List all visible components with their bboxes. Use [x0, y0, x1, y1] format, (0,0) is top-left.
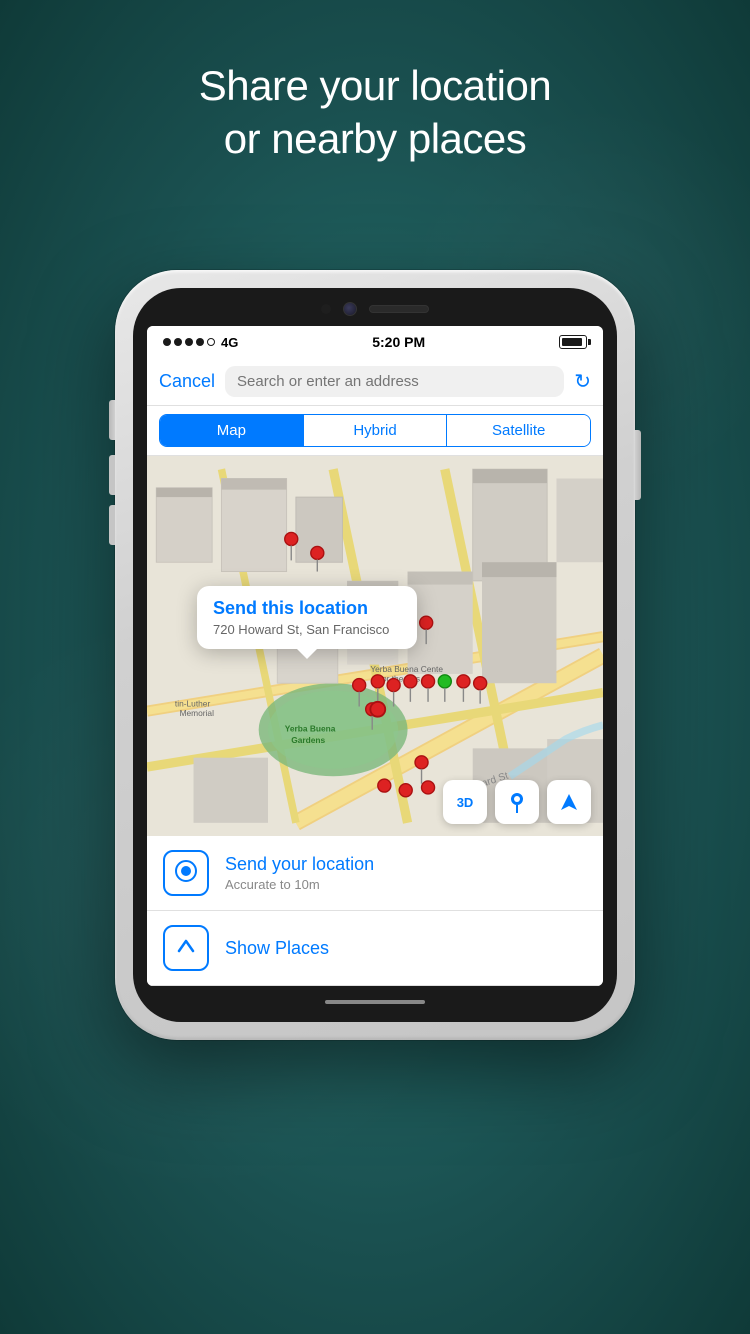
show-places-title: Show Places	[225, 938, 587, 959]
location-icon	[174, 859, 198, 888]
pin-icon	[506, 791, 528, 813]
tab-satellite[interactable]: Satellite	[447, 415, 590, 446]
places-icon	[175, 935, 197, 962]
dot4	[196, 338, 204, 346]
svg-text:Yerba Buena: Yerba Buena	[285, 724, 336, 734]
map-tabs: Map Hybrid Satellite	[147, 406, 603, 456]
places-icon-box	[163, 925, 209, 971]
btn-location[interactable]	[547, 780, 591, 824]
signal-dots	[163, 338, 215, 346]
speaker	[369, 305, 429, 313]
btn-pin[interactable]	[495, 780, 539, 824]
status-bar: 4G 5:20 PM	[147, 326, 603, 358]
dot3	[185, 338, 193, 346]
page-title: Share your location or nearby places	[0, 60, 750, 165]
show-places-text: Show Places	[225, 938, 587, 959]
search-row: Cancel ↻	[147, 358, 603, 406]
circle-dot-icon	[174, 859, 198, 883]
phone-shell: 4G 5:20 PM Cancel ↻	[115, 270, 635, 1040]
tabs-container: Map Hybrid Satellite	[159, 414, 591, 447]
sensor	[321, 304, 331, 314]
network-label: 4G	[221, 335, 238, 350]
tab-map[interactable]: Map	[160, 415, 304, 446]
battery-fill	[562, 338, 582, 346]
header-section: Share your location or nearby places	[0, 60, 750, 165]
status-time: 5:20 PM	[372, 334, 425, 350]
cancel-button[interactable]: Cancel	[159, 371, 215, 392]
location-icon-box	[163, 850, 209, 896]
svg-text:Gardens: Gardens	[291, 735, 325, 745]
location-popup[interactable]: Send this location 720 Howard St, San Fr…	[197, 586, 417, 649]
tab-hybrid[interactable]: Hybrid	[304, 415, 448, 446]
phone-top-bar	[147, 302, 603, 316]
navigation-icon	[559, 792, 579, 812]
popup-address: 720 Howard St, San Francisco	[213, 622, 401, 637]
dot2	[174, 338, 182, 346]
battery-icon	[559, 335, 587, 349]
svg-text:Memorial: Memorial	[180, 708, 215, 718]
show-places-item[interactable]: Show Places	[147, 911, 603, 986]
btn-3d[interactable]: 3D	[443, 780, 487, 824]
send-location-subtitle: Accurate to 10m	[225, 877, 587, 892]
send-location-item[interactable]: Send your location Accurate to 10m	[147, 836, 603, 911]
home-indicator	[325, 1000, 425, 1004]
refresh-button[interactable]: ↻	[574, 369, 591, 394]
map-area[interactable]: Yerba Buena Cente for the Arts tin-Luthe…	[147, 456, 603, 836]
camera	[343, 302, 357, 316]
dot1	[163, 338, 171, 346]
search-input[interactable]	[225, 366, 564, 397]
phone-inner: 4G 5:20 PM Cancel ↻	[133, 288, 617, 1022]
map-controls: 3D	[443, 780, 591, 824]
phone-mockup: 4G 5:20 PM Cancel ↻	[115, 270, 635, 1040]
chevron-up-icon	[175, 935, 197, 957]
bottom-list: Send your location Accurate to 10m	[147, 836, 603, 986]
popup-title: Send this location	[213, 598, 401, 619]
send-location-text: Send your location Accurate to 10m	[225, 854, 587, 892]
dot5	[207, 338, 215, 346]
battery-area	[559, 335, 587, 349]
screen: 4G 5:20 PM Cancel ↻	[147, 326, 603, 986]
signal-area: 4G	[163, 335, 238, 350]
phone-bottom-bar	[147, 996, 603, 1008]
send-location-title: Send your location	[225, 854, 587, 875]
